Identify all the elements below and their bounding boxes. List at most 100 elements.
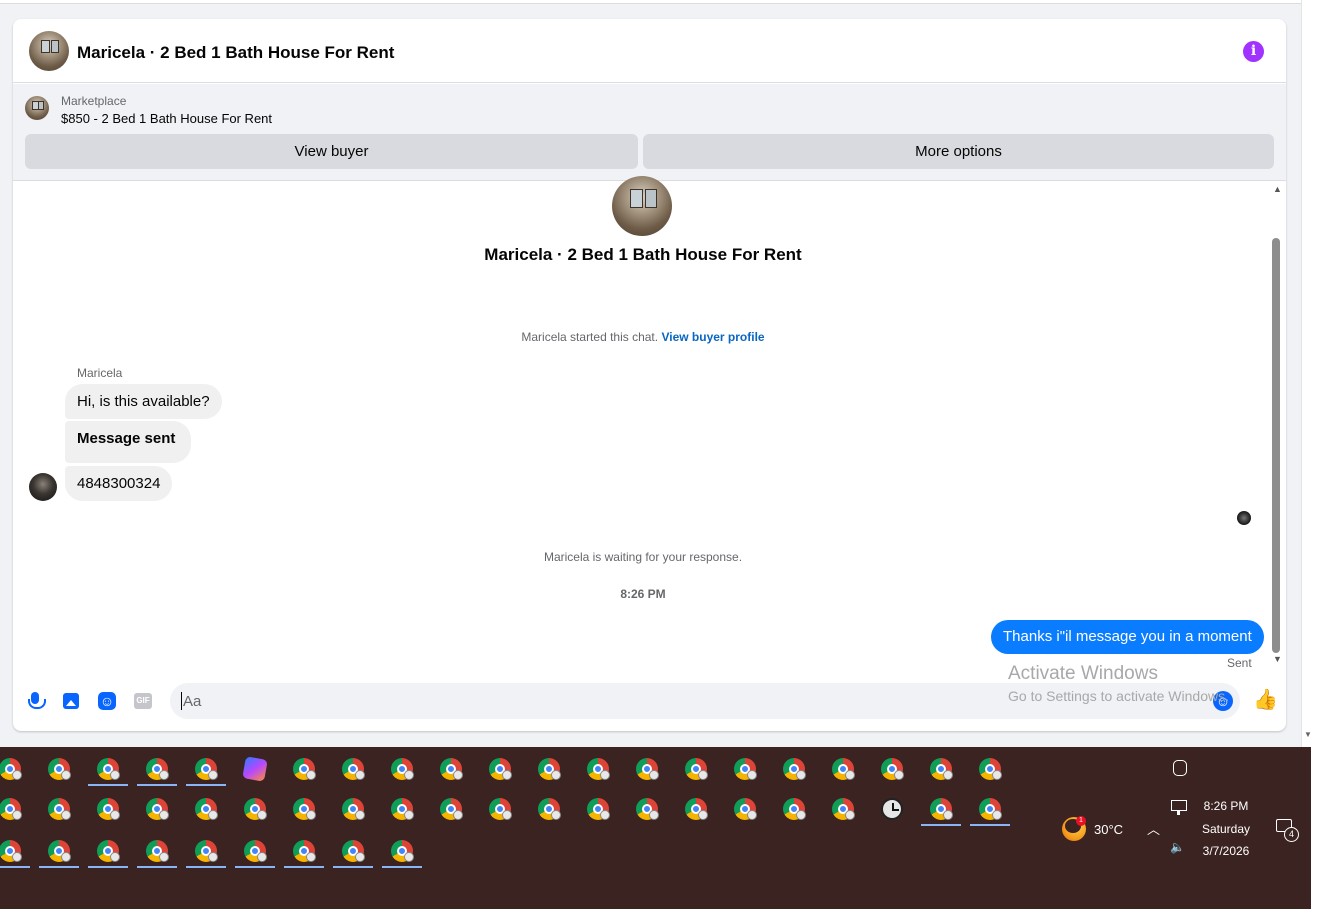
chrome-profile-icon[interactable]	[391, 840, 414, 862]
chrome-profile-icon[interactable]	[783, 798, 806, 820]
chrome-profile-icon[interactable]	[97, 758, 120, 780]
chrome-profile-icon[interactable]	[293, 758, 316, 780]
chrome-profile-icon[interactable]	[734, 758, 757, 780]
page-scrollbar[interactable]: ▼	[1301, 0, 1317, 747]
chrome-profile-icon[interactable]	[97, 840, 120, 862]
chrome-profile-icon[interactable]	[636, 758, 659, 780]
chrome-profile-icon[interactable]	[930, 758, 953, 780]
info-icon[interactable]: i	[1243, 41, 1264, 62]
active-window-indicator	[235, 866, 275, 868]
chrome-profile-icon[interactable]	[146, 798, 169, 820]
active-window-indicator	[921, 824, 961, 826]
chrome-profile-icon[interactable]	[440, 758, 463, 780]
chrome-profile-icon[interactable]	[293, 840, 316, 862]
more-options-button[interactable]: More options	[643, 134, 1274, 169]
chrome-profile-icon[interactable]	[0, 840, 22, 862]
incoming-message[interactable]: Message sent	[65, 421, 192, 463]
chrome-profile-icon[interactable]	[930, 798, 953, 820]
chrome-profile-icon[interactable]	[244, 840, 267, 862]
chrome-profile-icon[interactable]	[391, 758, 414, 780]
chrome-profile-icon[interactable]	[146, 840, 169, 862]
chrome-profile-icon[interactable]	[195, 758, 218, 780]
volume-icon[interactable]: 🔈	[1170, 840, 1185, 854]
active-window-indicator	[284, 866, 324, 868]
chrome-profile-icon[interactable]	[342, 758, 365, 780]
outgoing-message[interactable]: Thanks i"il message you in a moment	[991, 620, 1264, 654]
active-window-indicator	[382, 866, 422, 868]
chrome-profile-icon[interactable]	[587, 758, 610, 780]
buyer-avatar[interactable]	[29, 473, 57, 501]
chrome-profile-icon[interactable]	[293, 798, 316, 820]
chrome-profile-icon[interactable]	[195, 840, 218, 862]
active-window-indicator	[186, 784, 226, 786]
taskbar-edge	[1311, 747, 1317, 909]
gif-icon[interactable]: GIF	[133, 691, 153, 711]
copilot-app-icon[interactable]	[242, 756, 268, 782]
chrome-profile-icon[interactable]	[48, 798, 71, 820]
chrome-profile-icon[interactable]	[685, 798, 708, 820]
chrome-profile-icon[interactable]	[636, 798, 659, 820]
chrome-profile-icon[interactable]	[685, 758, 708, 780]
clock-time[interactable]: 8:26 PM	[1196, 799, 1256, 813]
chrome-profile-icon[interactable]	[48, 840, 71, 862]
chrome-profile-icon[interactable]	[979, 798, 1002, 820]
chrome-profile-icon[interactable]	[195, 798, 218, 820]
active-window-indicator	[39, 866, 79, 868]
chrome-profile-icon[interactable]	[489, 798, 512, 820]
incoming-message[interactable]: Hi, is this available?	[65, 384, 222, 419]
incoming-message[interactable]: 4848300324	[65, 466, 173, 501]
chrome-profile-icon[interactable]	[97, 798, 120, 820]
listing-avatar[interactable]	[29, 31, 69, 71]
active-window-indicator	[88, 866, 128, 868]
chrome-profile-icon[interactable]	[342, 840, 365, 862]
view-buyer-profile-link[interactable]: View buyer profile	[661, 330, 764, 344]
temperature[interactable]: 30°C	[1094, 822, 1123, 837]
chrome-profile-icon[interactable]	[538, 798, 561, 820]
chrome-profile-icon[interactable]	[244, 798, 267, 820]
chrome-profile-icon[interactable]	[146, 758, 169, 780]
top-strip	[0, 0, 1303, 4]
chevron-up-icon[interactable]: ︿	[1147, 819, 1160, 838]
listing-summary[interactable]: $850 - 2 Bed 1 Bath House For Rent	[61, 111, 272, 126]
chrome-profile-icon[interactable]	[587, 798, 610, 820]
microphone-icon[interactable]	[25, 691, 46, 711]
chrome-profile-icon[interactable]	[391, 798, 414, 820]
chrome-profile-icon[interactable]	[734, 798, 757, 820]
active-window-indicator	[186, 866, 226, 868]
chrome-profile-icon[interactable]	[832, 798, 855, 820]
active-window-indicator	[137, 866, 177, 868]
emoji-icon[interactable]: ☺	[1213, 691, 1233, 711]
sent-status: Sent	[1227, 656, 1252, 670]
active-window-indicator	[970, 824, 1010, 826]
listing-thumbnail[interactable]	[25, 96, 49, 120]
clock-app-icon[interactable]	[881, 798, 903, 820]
sticker-icon[interactable]	[97, 691, 117, 711]
chrome-profile-icon[interactable]	[979, 758, 1002, 780]
chrome-profile-icon[interactable]	[538, 758, 561, 780]
scroll-up-icon[interactable]: ▲	[1273, 184, 1282, 194]
microphone-tray-icon[interactable]	[1173, 760, 1187, 776]
scrollbar-thumb[interactable]	[1272, 238, 1280, 653]
chrome-profile-icon[interactable]	[0, 798, 22, 820]
message-input[interactable]	[181, 692, 1201, 710]
clock-date[interactable]: 3/7/2026	[1196, 844, 1256, 858]
chrome-profile-icon[interactable]	[783, 758, 806, 780]
conversation-panel: Maricela · 2 Bed 1 Bath House For Rent i…	[13, 19, 1286, 731]
chrome-profile-icon[interactable]	[832, 758, 855, 780]
scroll-down-arrow-icon[interactable]: ▼	[1304, 730, 1312, 739]
chrome-profile-icon[interactable]	[342, 798, 365, 820]
chrome-profile-icon[interactable]	[0, 758, 22, 780]
chrome-profile-icon[interactable]	[489, 758, 512, 780]
chrome-profile-icon[interactable]	[881, 758, 904, 780]
chrome-profile-icon[interactable]	[440, 798, 463, 820]
view-buyer-button[interactable]: View buyer	[25, 134, 638, 169]
network-icon[interactable]	[1171, 800, 1187, 815]
chrome-profile-icon[interactable]	[48, 758, 71, 780]
message-input-wrapper[interactable]: ☺	[170, 683, 1240, 719]
scroll-down-icon[interactable]: ▼	[1273, 654, 1282, 664]
photo-icon[interactable]	[61, 691, 81, 711]
thread-scrollbar[interactable]: ▲ ▼	[1271, 182, 1283, 672]
thread-avatar	[612, 176, 672, 236]
thumbs-up-icon[interactable]: 👍	[1253, 689, 1278, 711]
clock-day[interactable]: Saturday	[1196, 822, 1256, 836]
